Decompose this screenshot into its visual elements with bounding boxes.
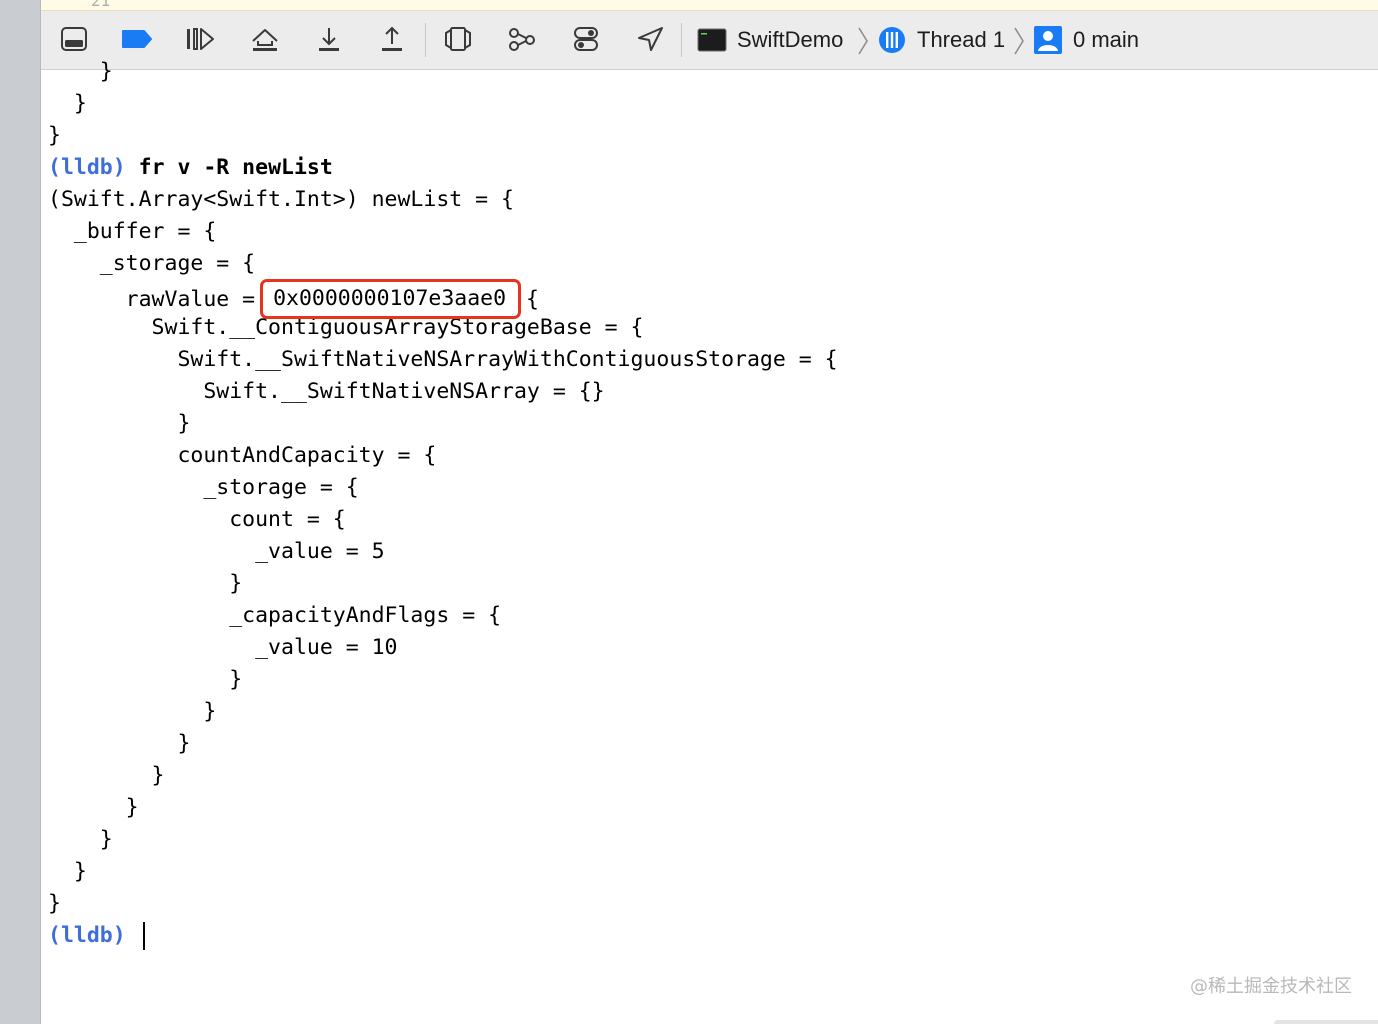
- step-out-button[interactable]: [374, 21, 410, 57]
- breadcrumb-separator: [857, 25, 869, 57]
- console-line: _buffer = {: [48, 219, 217, 244]
- console-line: _storage = {: [48, 251, 256, 276]
- step-over-icon: [252, 29, 278, 51]
- environment-overrides-button[interactable]: [568, 21, 604, 57]
- console-line: _capacityAndFlags = {: [48, 603, 502, 628]
- console-line: count = {: [48, 507, 346, 532]
- breadcrumb-separator: [1013, 25, 1025, 57]
- lldb-prompt: (lldb): [48, 923, 126, 948]
- console-line: }: [48, 59, 113, 84]
- continue-icon: [187, 28, 214, 50]
- toolbar-separator: [681, 23, 682, 57]
- breadcrumb-frame-label: 0 main: [1073, 27, 1140, 52]
- console-line: Swift.__SwiftNativeNSArray = {}: [48, 379, 605, 404]
- console-line: }: [48, 827, 113, 852]
- lldb-prompt: (lldb): [48, 155, 126, 180]
- console-line: _value = 10: [48, 635, 398, 660]
- console-line: }: [48, 91, 87, 116]
- stack-frame-user-icon: [1034, 26, 1062, 54]
- console-line: countAndCapacity = {: [48, 443, 437, 468]
- debug-area-icon: [61, 27, 87, 51]
- command-line: (lldb) fr v -R newList: [48, 152, 1368, 184]
- input-line[interactable]: (lldb): [48, 920, 1368, 952]
- memory-graph-icon: [509, 28, 535, 51]
- step-into-icon: [319, 28, 339, 51]
- breadcrumb-frame[interactable]: 0 main: [1033, 21, 1139, 59]
- view-debugger-button[interactable]: [440, 21, 476, 57]
- breakpoint-icon: [122, 30, 152, 48]
- hide-debug-area-button[interactable]: [56, 21, 92, 57]
- line-number: 21: [91, 0, 111, 10]
- simulate-location-button[interactable]: [632, 21, 668, 57]
- console-line: Swift.__ContiguousArrayStorageBase = {: [48, 315, 644, 340]
- lldb-command: fr v -R newList: [138, 155, 333, 180]
- console-line: }: [48, 763, 165, 788]
- source-editor-peek: 21: [41, 0, 1378, 11]
- console-line: }: [48, 731, 191, 756]
- raw-value-label: rawValue =: [48, 287, 269, 312]
- step-into-button[interactable]: [311, 21, 347, 57]
- breadcrumb-thread[interactable]: Thread 1: [877, 21, 1005, 59]
- console-line: }: [48, 411, 191, 436]
- chevron-right-icon: [1014, 27, 1024, 55]
- breadcrumb-thread-label: Thread 1: [917, 27, 1006, 52]
- console-line: _value = 5: [48, 539, 385, 564]
- thread-icon: [879, 27, 905, 53]
- left-gutter: [0, 0, 41, 1024]
- corner-shade: [1274, 1020, 1378, 1024]
- watermark: @稀土掘金技术社区: [1190, 976, 1352, 997]
- location-arrow-icon: [638, 27, 663, 51]
- console-line: }: [48, 571, 243, 596]
- breadcrumb-process-label: SwiftDemo: [737, 27, 844, 52]
- step-out-icon: [382, 26, 402, 51]
- raw-value-line: rawValue = 0x0000000107e3aae0 {: [48, 279, 1368, 319]
- breadcrumb-process[interactable]: SwiftDemo: [697, 21, 843, 59]
- continue-button[interactable]: [182, 21, 218, 57]
- console-line: _storage = {: [48, 475, 359, 500]
- breakpoints-toggle-button[interactable]: [119, 21, 155, 57]
- console-line: (Swift.Array<Swift.Int>) newList = {: [48, 187, 514, 212]
- toolbar-separator: [425, 23, 426, 57]
- debug-console[interactable]: } } } (lldb) fr v -R newList (Swift.Arra…: [48, 56, 1368, 952]
- console-line: }: [48, 123, 61, 148]
- console-line: }: [48, 795, 139, 820]
- view-hierarchy-icon: [445, 27, 471, 51]
- terminal-app-icon: [697, 28, 727, 52]
- highlighted-address: 0x0000000107e3aae0: [260, 279, 522, 319]
- console-line: Swift.__SwiftNativeNSArrayWithContiguous…: [48, 347, 838, 372]
- text-cursor: [142, 922, 145, 950]
- console-line: }: [48, 891, 61, 916]
- console-line: }: [48, 699, 217, 724]
- console-line: }: [48, 667, 243, 692]
- toggles-icon: [574, 27, 598, 51]
- memory-graph-button[interactable]: [504, 21, 540, 57]
- chevron-right-icon: [858, 27, 868, 55]
- console-line: }: [48, 859, 87, 884]
- step-over-button[interactable]: [247, 21, 283, 57]
